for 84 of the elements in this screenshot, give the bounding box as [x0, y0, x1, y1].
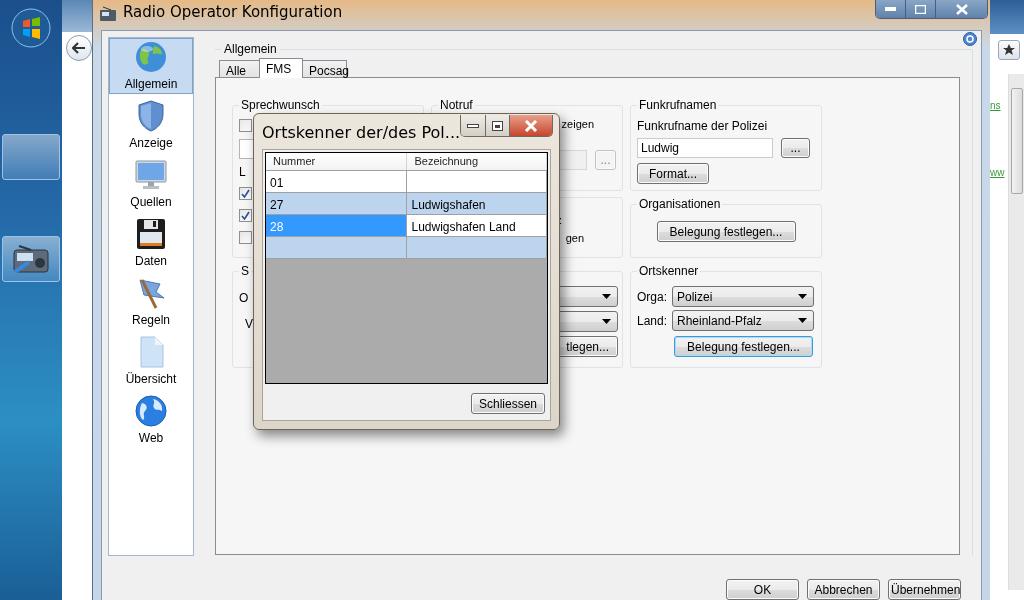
checkbox[interactable] [239, 118, 252, 132]
field-label: L [239, 165, 246, 179]
option-label: : [558, 214, 562, 226]
minimize-button[interactable] [461, 115, 485, 136]
sidebar-item[interactable]: Regeln [109, 271, 193, 330]
close-button[interactable] [509, 115, 552, 136]
field-label: Funkrufname der Polizei [637, 119, 769, 133]
browser-tab-bar [990, 0, 1024, 34]
table-cell[interactable]: Ludwigshafen Land [407, 215, 547, 236]
web-globe-icon [134, 394, 168, 428]
sidebar-item[interactable]: Quellen [109, 153, 193, 212]
sidebar-item[interactable]: Daten [109, 212, 193, 271]
checkbox[interactable] [239, 230, 252, 244]
dialog-button[interactable]: Abbrechen [807, 579, 880, 600]
sidebar-item[interactable]: Allgemein [109, 38, 193, 94]
tab[interactable]: FMS [259, 58, 303, 78]
checkbox[interactable] [239, 186, 252, 200]
scrollbar[interactable] [1008, 74, 1024, 590]
monitor-icon [134, 158, 168, 192]
taskbar-button[interactable] [2, 236, 60, 282]
dialog-button[interactable]: Übernehmen [888, 579, 961, 600]
dropdown[interactable]: Polizei [672, 286, 814, 307]
minimize-icon [885, 7, 896, 11]
back-arrow-icon [72, 42, 86, 54]
group-title: Allgemein [223, 42, 278, 56]
link[interactable]: ww [990, 167, 1008, 178]
table-cell[interactable]: 01 [266, 171, 408, 192]
dialog-button[interactable]: OK [726, 579, 799, 600]
dropdown[interactable]: Rheinland-Pfalz [672, 310, 814, 331]
browser-tab-bar [62, 0, 92, 32]
close-button[interactable] [935, 0, 987, 18]
option-label: zeigen [561, 118, 594, 130]
group-title: Ortskenner [638, 264, 700, 278]
table-cell[interactable] [407, 171, 547, 192]
table-cell[interactable] [407, 237, 547, 258]
field-label: Land: [637, 313, 664, 328]
browse-button[interactable]: ... [781, 138, 810, 158]
format-button[interactable]: Format... [637, 163, 709, 184]
option-label: gen [565, 232, 584, 244]
radio-icon [99, 6, 117, 22]
field-label: V [245, 317, 253, 331]
bookmark-button[interactable] [998, 40, 1020, 60]
maximize-icon [491, 120, 503, 131]
tab[interactable]: Alle [219, 60, 260, 78]
start-orb-icon[interactable] [11, 8, 51, 48]
assign-button[interactable]: Belegung festlegen... [674, 336, 813, 357]
table-cell[interactable]: 27 [266, 193, 408, 214]
sidebar-item[interactable]: Anzeige [109, 94, 193, 153]
group-title: Funkrufnamen [638, 98, 718, 112]
group-title: S [240, 264, 250, 278]
dialog-title: Ortskenner der/des Pol... [262, 123, 461, 142]
close-icon [955, 3, 968, 15]
dropdown-arrow-icon [602, 294, 611, 299]
maximize-button[interactable] [484, 115, 509, 136]
checkbox[interactable] [239, 208, 252, 222]
sidebar-item[interactable]: Übersicht [109, 330, 193, 389]
table-cell[interactable] [266, 237, 408, 258]
star-icon [1003, 44, 1015, 56]
close-icon [524, 119, 538, 132]
group-title: Sprechwunsch [240, 98, 321, 112]
field-label: O [239, 291, 250, 305]
back-button[interactable] [66, 35, 92, 61]
tab[interactable]: Pocsag [302, 60, 347, 78]
dropdown-arrow-icon [798, 294, 807, 299]
sidebar-item[interactable]: Web [109, 389, 193, 448]
dropdown-arrow-icon [602, 319, 611, 324]
close-dialog-button[interactable]: Schliessen [471, 393, 545, 414]
column-header[interactable]: Nummer [266, 153, 408, 170]
group-title: Notruf [439, 98, 474, 112]
column-header[interactable]: Bezeichnung [407, 153, 547, 170]
globe-icon [134, 40, 168, 74]
maximize-icon [915, 4, 926, 14]
assign-button[interactable]: Belegung festlegen... [656, 221, 796, 242]
table-cell[interactable]: Ludwigshafen [407, 193, 547, 214]
radio-icon [11, 242, 51, 276]
maximize-button[interactable] [905, 0, 935, 18]
field-label: Orga: [637, 289, 664, 304]
help-icon[interactable] [963, 32, 977, 46]
minimize-icon [467, 123, 479, 128]
group-title: Organisationen [638, 197, 722, 211]
window-title: Radio Operator Konfiguration [123, 3, 343, 21]
link[interactable]: ns [990, 100, 1008, 111]
dropdown-arrow-icon [798, 318, 807, 323]
input-field[interactable]: Ludwig [637, 138, 773, 158]
